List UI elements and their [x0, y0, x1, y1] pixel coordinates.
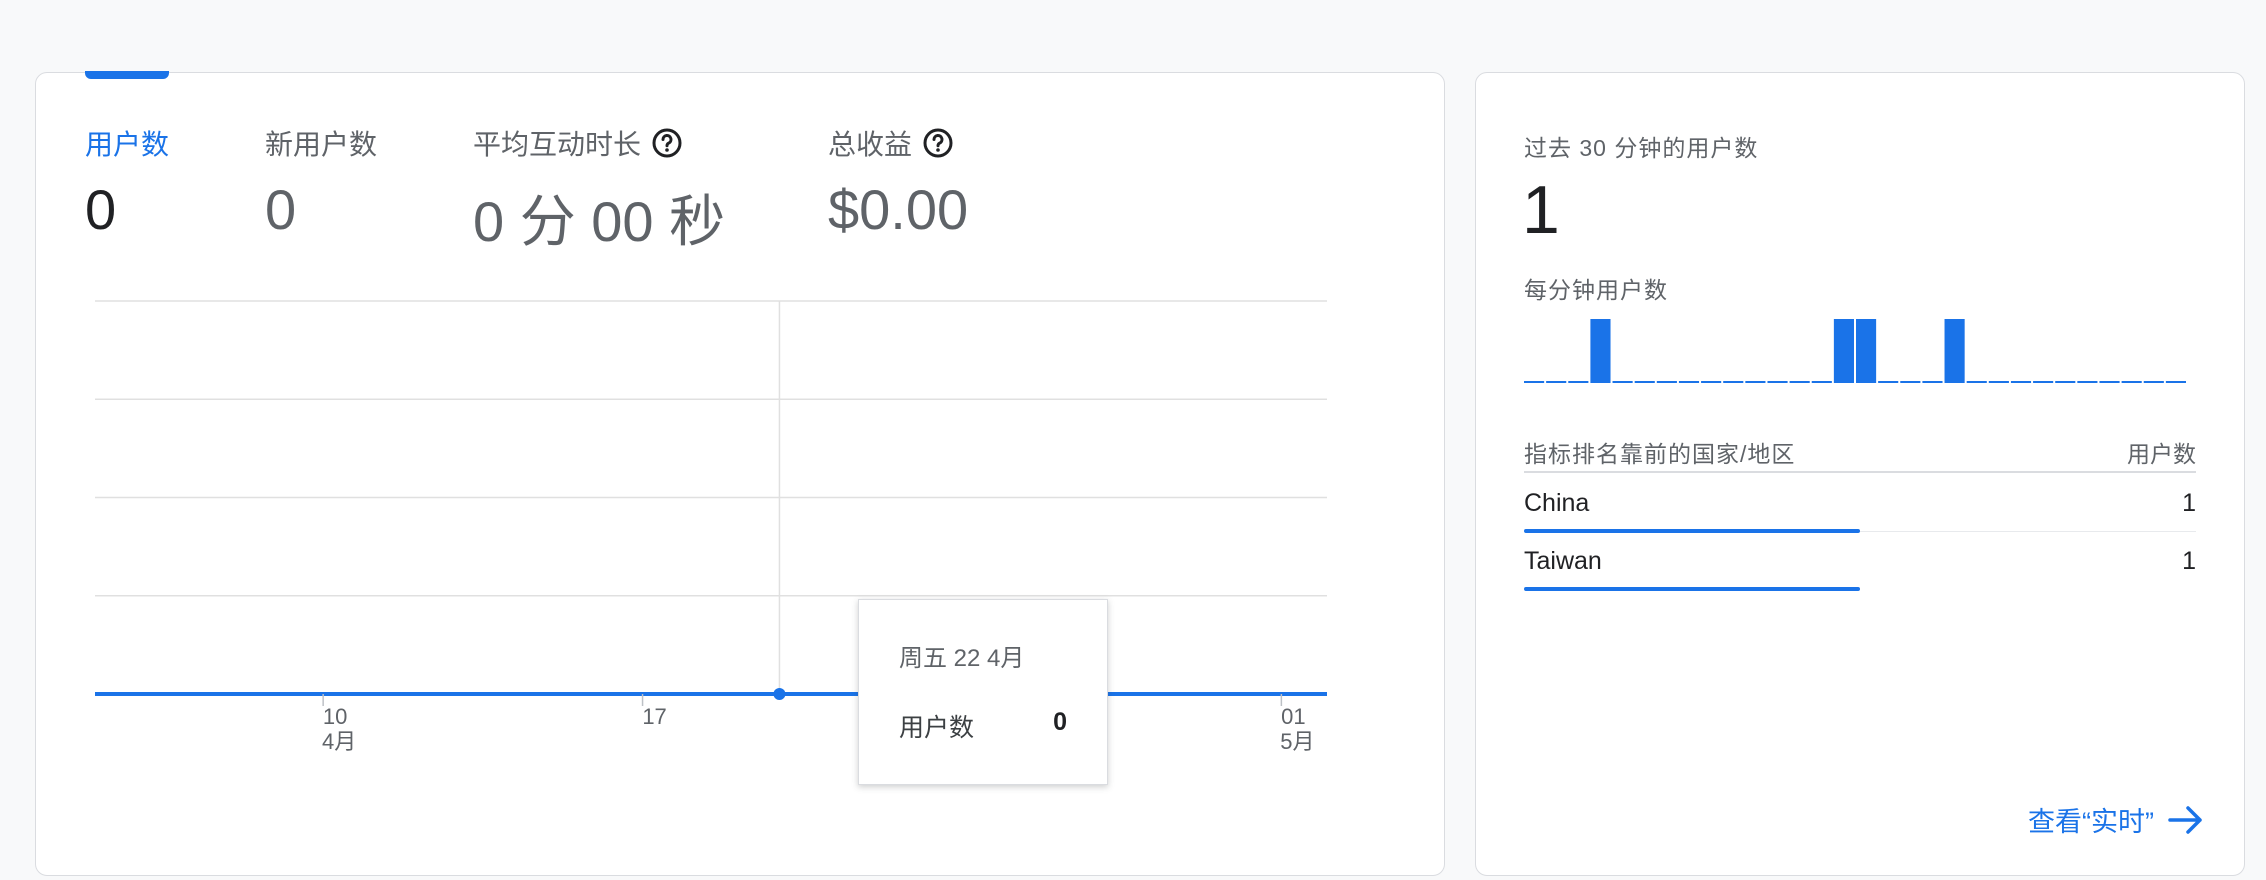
minute-bar: [1833, 319, 1854, 383]
country-name: Taiwan: [1524, 547, 1602, 575]
tooltip-date: 周五 22 4月: [899, 645, 1025, 672]
minute-bar: [2010, 381, 2032, 383]
tooltip-metric-value: 0: [1053, 708, 1067, 736]
view-realtime-label: 查看“实时”: [2028, 807, 2154, 837]
minute-bar: [2099, 381, 2120, 383]
minute-bar: [1789, 381, 1810, 383]
arrow-right-icon: [2168, 805, 2202, 834]
minute-bar: [2077, 381, 2098, 383]
minute-bar: [1900, 381, 1921, 383]
x-tick-day-label: 17: [642, 704, 666, 729]
overview-card: 用户数 0 新用户数 0 平均互动时长 0 分 00 秒 总收益 $0.00 1…: [35, 71, 1445, 876]
minute-bar: [1678, 381, 1700, 383]
x-tick-day-label: 10: [323, 704, 347, 729]
minute-bar: [1767, 381, 1788, 383]
users-column-header: 用户数: [2127, 441, 2196, 467]
table-row[interactable]: China 1: [1524, 473, 2196, 533]
country-table-header: 指标排名靠前的国家/地区 用户数: [1524, 435, 2196, 473]
realtime-user-count: 1: [1522, 172, 1560, 248]
country-column-header: 指标排名靠前的国家/地区: [1524, 441, 1796, 467]
country-users: 1: [2182, 489, 2196, 517]
per-minute-label: 每分钟用户数: [1524, 277, 1668, 303]
country-users: 1: [2182, 547, 2196, 575]
x-tick-month-label: 5月: [1280, 729, 1314, 754]
minute-bar: [1811, 381, 1832, 383]
country-name: China: [1524, 489, 1590, 517]
minute-bar: [1856, 319, 1877, 383]
minute-bar: [2121, 381, 2142, 383]
table-row[interactable]: Taiwan 1: [1524, 531, 2196, 591]
minute-bar: [2165, 381, 2186, 383]
minute-bar: [1988, 381, 2009, 383]
x-tick-month-label: 4月: [322, 729, 356, 754]
minute-bar: [1966, 381, 1987, 383]
minute-bar: [1701, 381, 1722, 383]
minute-bar: [1590, 319, 1611, 383]
realtime-title: 过去 30 分钟的用户数: [1524, 135, 1759, 161]
realtime-card: 过去 30 分钟的用户数 1 每分钟用户数 指标排名靠前的国家/地区 用户数 C…: [1475, 72, 2245, 876]
minute-bar: [2033, 381, 2054, 383]
minute-bar: [1944, 319, 1965, 383]
minute-bar: [2143, 381, 2164, 383]
country-share-bar: [1524, 587, 1860, 591]
minute-bar: [1634, 381, 1655, 383]
per-minute-bar-chart[interactable]: [1524, 317, 2188, 383]
minute-bar: [1524, 381, 1545, 383]
minute-bar: [1656, 381, 1677, 383]
highlight-point: [773, 688, 786, 700]
minute-bar: [2055, 381, 2076, 383]
minute-bar: [1612, 381, 1633, 383]
x-tick-day-label: 01: [1281, 704, 1305, 729]
view-realtime-link[interactable]: 查看“实时”: [2028, 800, 2204, 839]
tooltip-metric-label: 用户数: [899, 714, 975, 742]
chart-tooltip: 周五 22 4月 用户数 0: [858, 599, 1108, 785]
minute-bar: [1723, 381, 1744, 383]
users-line-chart[interactable]: 104月 17 015月: [36, 73, 1444, 875]
minute-bar: [1568, 381, 1589, 383]
minute-bar: [1546, 381, 1567, 383]
minute-bar: [1878, 381, 1899, 383]
minute-bar: [1922, 381, 1943, 383]
minute-bar: [1745, 381, 1766, 383]
